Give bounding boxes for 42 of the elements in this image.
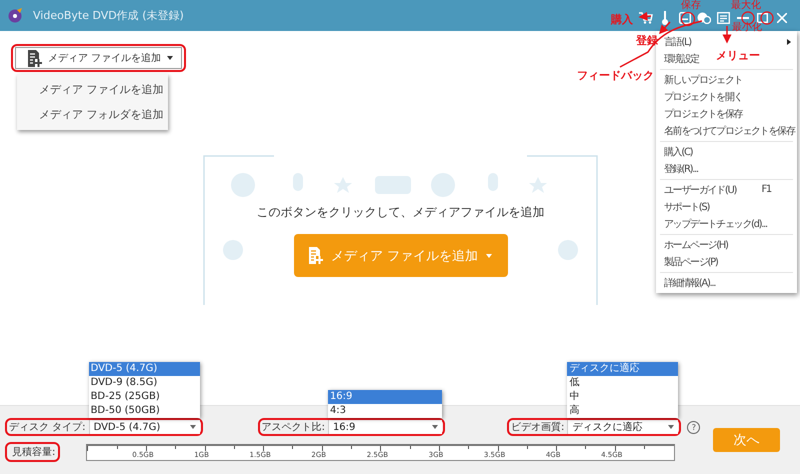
menu-item[interactable]: 登録(R)...	[656, 160, 704, 177]
field-label: ビデオ画質:	[510, 420, 564, 434]
window-title: VideoByte DVD作成 (未登録)	[33, 8, 184, 23]
dropdown-option[interactable]: 16:9	[328, 390, 442, 404]
dropdown-option[interactable]: 低	[567, 376, 678, 390]
help-button[interactable]: ?	[687, 420, 700, 434]
menu-item[interactable]: ユーザーガイド(U) F1	[656, 181, 797, 198]
menu-item[interactable]: 新しいプロジェクト	[656, 71, 748, 88]
dropdown-field[interactable]: DVD-5 (4.7G)	[88, 420, 200, 434]
annotation-label: 保存	[681, 0, 701, 12]
dropdown-option[interactable]: BD-25 (25GB)	[88, 390, 200, 404]
dropdown-option[interactable]: 中	[567, 390, 678, 404]
field-label: ディスク タイプ:	[8, 420, 86, 434]
annotation-label: 購入	[611, 12, 633, 27]
menu-item[interactable]: 環境設定	[656, 50, 705, 67]
dropdown-option[interactable]: BD-50 (50GB)	[88, 404, 200, 418]
menu-item[interactable]: 購入(C)	[656, 143, 698, 160]
annotation-label: フィードバック	[577, 68, 654, 83]
field-label: 見積容量:	[11, 446, 56, 459]
annotation-label: 最大化	[731, 0, 761, 12]
dropdown-option[interactable]: DVD-5 (4.7G)	[88, 362, 200, 376]
menu-item[interactable]: プロジェクトを保存	[656, 105, 748, 122]
menu-item[interactable]: 製品ページ(P)	[656, 253, 724, 270]
dropdown-option[interactable]: 高	[567, 404, 678, 418]
menu-item[interactable]: メディア フォルダを追加	[17, 102, 168, 127]
dropdown-field[interactable]: ディスクに適応	[567, 420, 678, 434]
add-media-button[interactable]: メディア ファイルを追加	[15, 47, 182, 69]
drop-hint: このボタンをクリックして、メディアファイルを追加	[256, 204, 544, 221]
menu-item[interactable]: サポート(S)	[656, 198, 716, 215]
menu-item[interactable]: アップデートチェック(d)...	[656, 215, 773, 232]
field-label: アスペクト比:	[260, 420, 325, 434]
menu-item[interactable]: メディア ファイルを追加	[17, 77, 168, 102]
menu-item[interactable]: プロジェクトを開く	[656, 88, 748, 105]
menu-item[interactable]: ホームページ(H)	[656, 236, 734, 253]
menu-item[interactable]: 名前をつけてプロジェクトを保存	[656, 122, 800, 139]
menu-item[interactable]: 詳細情報(A)...	[656, 274, 722, 291]
dropdown-option[interactable]: DVD-9 (8.5G)	[88, 376, 200, 390]
annotation-label: 最小化	[732, 22, 762, 34]
dropdown-option[interactable]: ディスクに適応	[567, 362, 678, 376]
annotation-label: メリュー	[716, 48, 760, 63]
dropdown-field[interactable]: 16:9	[328, 420, 442, 434]
dropdown-option[interactable]: 4:3	[328, 404, 442, 418]
